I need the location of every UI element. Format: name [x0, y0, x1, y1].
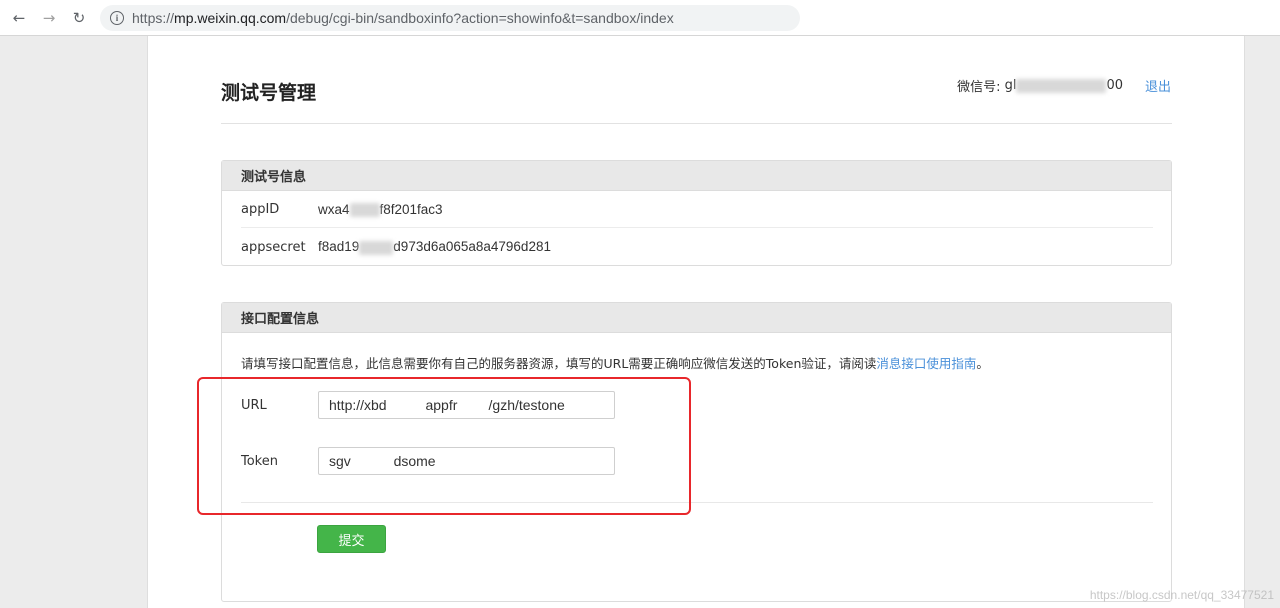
appid-key: appID [241, 202, 280, 217]
token-field-row: Token [241, 447, 615, 475]
token-input[interactable] [318, 447, 615, 475]
url-host: mp.weixin.qq.com [174, 10, 287, 26]
interface-description: 请填写接口配置信息，此信息需要你有自己的服务器资源，填写的URL需要正确响应微信… [241, 353, 989, 372]
logout-link[interactable]: 退出 [1145, 76, 1171, 95]
url-input[interactable] [318, 391, 615, 419]
appsecret-value: f8ad19 d973d6a065a8a4796d281 [318, 239, 551, 255]
account-label: 微信号: [957, 80, 1001, 95]
appsecret-value-start: f8ad19 [318, 239, 360, 255]
description-text: 请填写接口配置信息，此信息需要你有自己的服务器资源，填写的URL需要正确响应微信… [241, 356, 877, 371]
back-arrow-icon[interactable]: ← [10, 9, 28, 27]
redacted-appid [349, 203, 380, 218]
token-label: Token [241, 453, 278, 469]
redacted-appsecret [359, 240, 394, 255]
appid-value-start: wxa4 [318, 201, 350, 217]
message-guide-link[interactable]: 消息接口使用指南 [876, 356, 976, 371]
url-text[interactable]: https://mp.weixin.qq.com/debug/cgi-bin/s… [132, 10, 674, 26]
page-container: 测试号管理 微信号: gl 00 退出 测试号信息 appID wxa4 f8f20… [147, 36, 1245, 608]
title-divider [221, 123, 1172, 124]
test-account-panel: 测试号信息 appID wxa4 f8f201fac3 appsecret f8a… [221, 160, 1172, 266]
url-field-row: URL [241, 391, 615, 419]
description-end: 。 [976, 356, 989, 371]
account-prefix: gl [1004, 78, 1017, 93]
reload-icon[interactable]: ↻ [70, 9, 88, 27]
info-icon[interactable]: i [110, 11, 124, 25]
redacted-account [1016, 78, 1107, 93]
test-account-heading: 测试号信息 [222, 161, 1171, 191]
url-path: /debug/cgi-bin/sandboxinfo?action=showin… [286, 10, 674, 26]
browser-toolbar: ← → ↻ i https://mp.weixin.qq.com/debug/c… [0, 0, 1280, 36]
appsecret-row: appsecret f8ad19 d973d6a065a8a4796d281 [241, 229, 1153, 265]
appsecret-key: appsecret [241, 239, 306, 255]
account-info: 微信号: gl 00 退出 [957, 76, 1171, 95]
appid-value-end: f8f201fac3 [379, 201, 443, 217]
url-label: URL [241, 397, 267, 413]
appid-value: wxa4 f8f201fac3 [318, 201, 443, 218]
page-title: 测试号管理 [221, 82, 317, 104]
account-suffix: 00 [1106, 78, 1123, 93]
forward-arrow-icon[interactable]: → [40, 9, 58, 27]
appid-row: appID wxa4 f8f201fac3 [241, 192, 1153, 228]
watermark: https://blog.csdn.net/qq_33477521 [1089, 588, 1274, 602]
account-value: gl 00 [1005, 78, 1123, 93]
submit-button[interactable]: 提交 [317, 525, 386, 553]
appsecret-value-end: d973d6a065a8a4796d281 [393, 239, 551, 255]
address-bar[interactable]: i https://mp.weixin.qq.com/debug/cgi-bin… [100, 5, 800, 31]
url-scheme: https:// [132, 10, 175, 26]
interface-config-panel: 接口配置信息 请填写接口配置信息，此信息需要你有自己的服务器资源，填写的URL需… [221, 302, 1172, 602]
form-divider [241, 502, 1153, 503]
interface-config-heading: 接口配置信息 [222, 303, 1171, 333]
